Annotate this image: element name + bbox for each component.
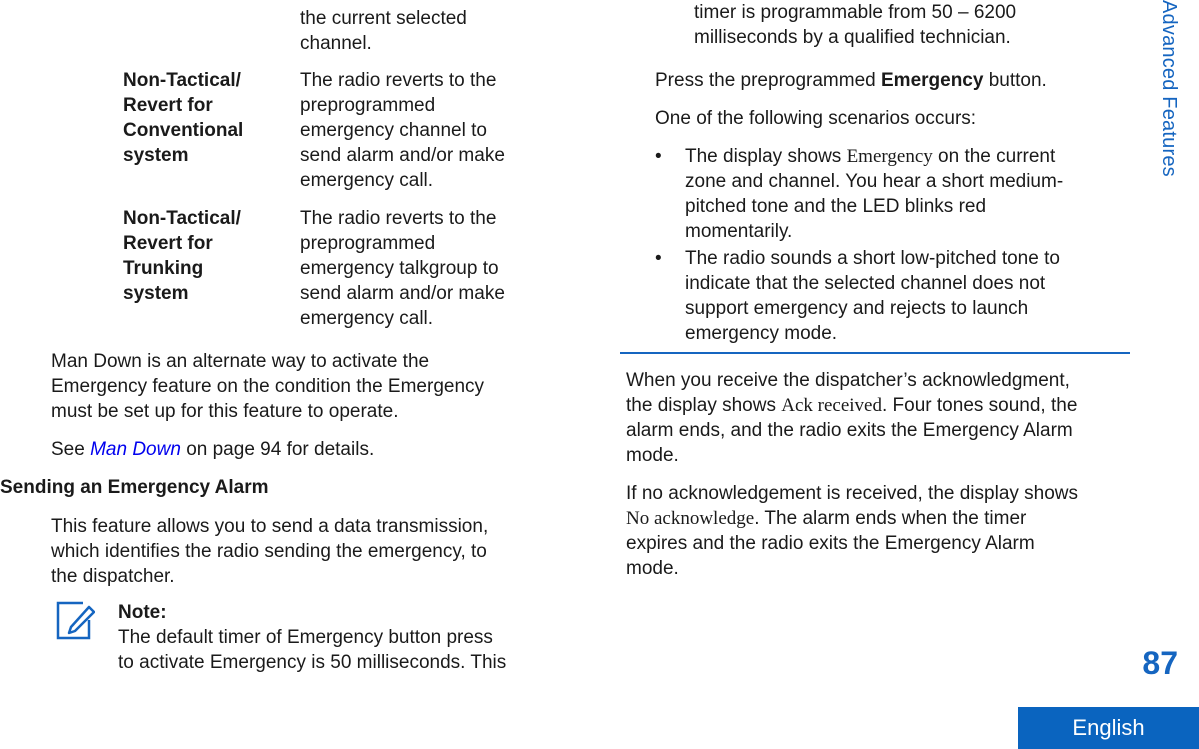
text-line: mode. bbox=[626, 558, 679, 579]
display-text: Ack received bbox=[781, 395, 882, 416]
text-line: Non-Tactical/ bbox=[123, 70, 241, 91]
text-line: preprogrammed bbox=[300, 95, 436, 116]
text-line: send alarm and/or make bbox=[300, 283, 505, 304]
text: button. bbox=[983, 70, 1047, 91]
text-line: This feature allows you to send a data t… bbox=[51, 516, 489, 537]
text: on the current bbox=[932, 146, 1056, 167]
text-line: milliseconds by a qualified technician. bbox=[694, 27, 1011, 48]
display-text: Emergency bbox=[846, 146, 933, 167]
text-line: The radio reverts to the bbox=[300, 70, 497, 91]
text-line: system bbox=[123, 145, 189, 166]
man-down-paragraph: Man Down is an alternate way to activate… bbox=[51, 349, 561, 424]
text-line: send alarm and/or make bbox=[300, 145, 505, 166]
section-intro: This feature allows you to send a data t… bbox=[51, 514, 561, 589]
text-line: channel. bbox=[300, 33, 372, 54]
text-line: which identifies the radio sending the e… bbox=[51, 541, 487, 562]
page-number: 87 bbox=[1142, 645, 1178, 681]
table-desc: The radio reverts to the preprogrammed e… bbox=[300, 68, 550, 193]
text: . Four tones sound, the bbox=[882, 395, 1078, 416]
table-term: Non-Tactical/ Revert for Conventional sy… bbox=[123, 68, 293, 168]
text: on page 94 for details. bbox=[180, 439, 375, 460]
text-line: must be set up for this feature to opera… bbox=[51, 401, 399, 422]
bullet-item: The radio sounds a short low-pitched ton… bbox=[685, 246, 1125, 346]
text-line: emergency channel to bbox=[300, 120, 487, 141]
text-line: emergency mode. bbox=[685, 323, 838, 344]
text-line: Emergency feature on the condition the E… bbox=[51, 376, 485, 397]
text-line: emergency talkgroup to bbox=[300, 258, 499, 279]
note-block: Note: The default timer of Emergency but… bbox=[118, 600, 558, 675]
text-line: Trunking bbox=[123, 258, 204, 279]
emergency-button-label: Emergency bbox=[881, 70, 984, 91]
text-line: support emergency and rejects to launch bbox=[685, 298, 1029, 319]
note-title: Note: bbox=[118, 602, 167, 623]
man-down-link[interactable]: Man Down bbox=[90, 439, 181, 460]
chapter-side-tab: Advanced Features bbox=[1158, 0, 1180, 177]
text-line: the current selected bbox=[300, 8, 467, 29]
text-line: zone and channel. You hear a short mediu… bbox=[685, 171, 1064, 192]
text-line: When you receive the dispatcher’s acknow… bbox=[626, 370, 1070, 391]
text-line: mode. bbox=[626, 445, 679, 466]
text: The display shows bbox=[685, 146, 847, 167]
note-pencil-icon bbox=[55, 600, 96, 640]
text-line: No acknowledge. The alarm ends when the … bbox=[626, 506, 1136, 531]
text: See bbox=[51, 439, 91, 460]
text-line: The display shows Emergency on the curre… bbox=[685, 144, 1125, 169]
text-line: The radio sounds a short low-pitched ton… bbox=[685, 248, 1060, 269]
text-line: pitched tone and the LED blinks red bbox=[685, 196, 987, 217]
language-tab: English bbox=[1018, 707, 1199, 749]
section-heading: Sending an Emergency Alarm bbox=[0, 477, 269, 498]
text-line: The default timer of Emergency button pr… bbox=[118, 627, 493, 648]
text: Press the preprogrammed bbox=[655, 70, 881, 91]
bullet-icon: • bbox=[655, 248, 662, 269]
text-line: If no acknowledgement is received, the d… bbox=[626, 483, 1079, 504]
table-term: Non-Tactical/ Revert for Trunking system bbox=[123, 206, 293, 306]
text-line: expires and the radio exits the Emergenc… bbox=[626, 533, 1035, 554]
text-line: the dispatcher. bbox=[51, 566, 175, 587]
text-line: indicate that the selected channel does … bbox=[685, 273, 1046, 294]
scenarios-intro: One of the following scenarios occurs: bbox=[655, 108, 977, 129]
text-line: emergency call. bbox=[300, 170, 434, 191]
text: the display shows bbox=[626, 395, 782, 416]
text-line: Revert for bbox=[123, 95, 213, 116]
text-line: Revert for bbox=[123, 233, 213, 254]
bullet-item: The display shows Emergency on the curre… bbox=[685, 144, 1125, 244]
text-line: preprogrammed bbox=[300, 233, 436, 254]
noack-result: If no acknowledgement is received, the d… bbox=[626, 481, 1136, 581]
text-line: Man Down is an alternate way to activate… bbox=[51, 351, 430, 372]
text-line: alarm ends, and the radio exits the Emer… bbox=[626, 420, 1073, 441]
text-line: The radio reverts to the bbox=[300, 208, 497, 229]
see-reference: See Man Down on page 94 for details. bbox=[51, 437, 374, 462]
ack-result: When you receive the dispatcher’s acknow… bbox=[626, 368, 1136, 468]
text-line: momentarily. bbox=[685, 221, 793, 242]
table-continuation: the current selected channel. bbox=[300, 6, 550, 56]
note-continuation: timer is programmable from 50 – 6200 mil… bbox=[694, 0, 1134, 50]
text: . The alarm ends when the timer bbox=[754, 508, 1027, 529]
text-line: Non-Tactical/ bbox=[123, 208, 241, 229]
bullet-icon: • bbox=[655, 146, 662, 167]
table-desc: The radio reverts to the preprogrammed e… bbox=[300, 206, 550, 331]
text-line: to activate Emergency is 50 milliseconds… bbox=[118, 652, 507, 673]
text-line: timer is programmable from 50 – 6200 bbox=[694, 2, 1017, 23]
press-step: Press the preprogrammed Emergency button… bbox=[655, 68, 1047, 93]
section-divider bbox=[620, 352, 1130, 354]
text-line: the display shows Ack received. Four ton… bbox=[626, 393, 1136, 418]
text-line: system bbox=[123, 283, 189, 304]
text-line: emergency call. bbox=[300, 308, 434, 329]
text-line: Conventional bbox=[123, 120, 244, 141]
display-text: No acknowledge bbox=[626, 508, 755, 529]
